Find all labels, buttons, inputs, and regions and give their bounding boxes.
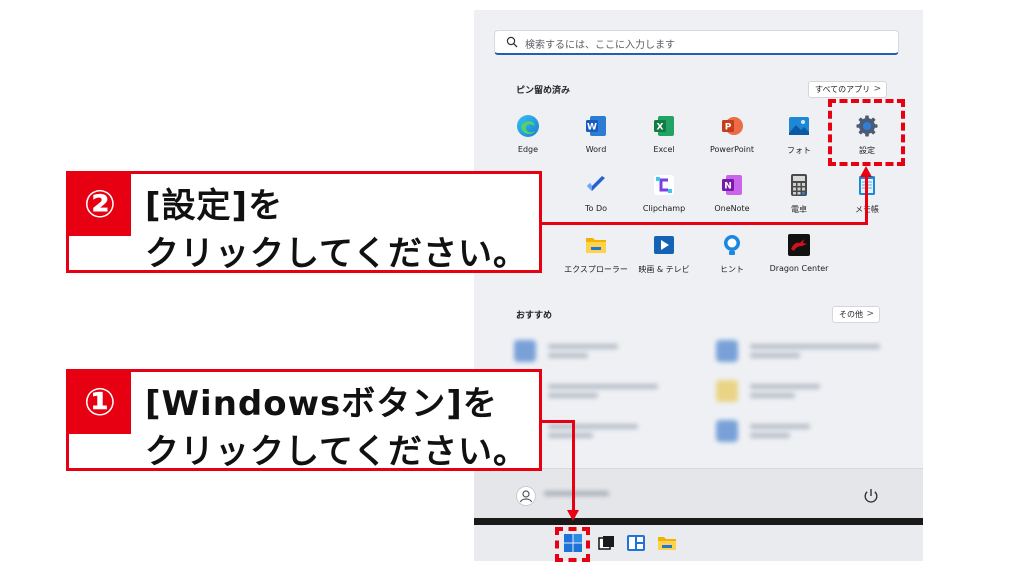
app-photos[interactable]: フォト	[764, 114, 834, 162]
movies-tv-icon	[654, 236, 674, 254]
search-icon	[506, 36, 518, 48]
search-placeholder: 検索するには、ここに入力します	[525, 40, 675, 51]
app-calculator[interactable]: 電卓	[764, 173, 834, 221]
desktop-edge	[474, 518, 923, 525]
file-explorer-icon	[586, 238, 606, 253]
pinned-title: ピン留め済み	[516, 86, 571, 96]
app-movies-tv[interactable]: 映画 & テレビ	[629, 233, 699, 281]
connector-line	[540, 222, 868, 225]
svg-text:W: W	[587, 123, 597, 133]
powerpoint-icon: P	[722, 117, 743, 135]
connector-line	[865, 176, 868, 225]
all-apps-button[interactable]: すべてのアプリ >	[808, 81, 888, 98]
tips-icon	[724, 235, 740, 255]
recommended-title: おすすめ	[516, 311, 553, 321]
arrow-up-icon	[860, 166, 872, 177]
excel-icon: X	[654, 116, 674, 136]
dragon-center-icon	[788, 234, 810, 256]
connector-line	[540, 420, 575, 423]
svg-text:N: N	[724, 182, 732, 192]
app-tips[interactable]: ヒント	[697, 233, 767, 281]
more-button[interactable]: その他 >	[832, 306, 880, 323]
callout-line-2: クリックしてください。	[145, 234, 528, 274]
svg-text:X: X	[657, 123, 664, 133]
start-button-highlight	[555, 527, 590, 562]
clipchamp-icon	[654, 175, 674, 195]
task-view-icon[interactable]	[595, 532, 617, 554]
app-dragon-center[interactable]: Dragon Center	[764, 233, 834, 281]
app-onenote[interactable]: N OneNote	[697, 173, 767, 221]
more-label: その他	[839, 310, 863, 319]
user-avatar-icon[interactable]	[516, 486, 536, 506]
edge-icon	[517, 115, 539, 137]
word-icon: W	[586, 116, 606, 136]
callout-step-2: ② [設定]を クリックしてください。	[66, 171, 542, 274]
app-todo[interactable]: To Do	[561, 173, 631, 221]
connector-line	[572, 420, 575, 512]
calculator-icon	[791, 174, 807, 196]
app-excel[interactable]: X Excel	[629, 114, 699, 162]
callout-line-1: [Windowsボタン]を	[145, 384, 498, 424]
svg-text:P: P	[725, 123, 732, 133]
file-explorer-taskbar-icon[interactable]	[656, 532, 678, 554]
power-icon[interactable]	[862, 487, 880, 505]
callout-line-1: [設定]を	[145, 186, 284, 226]
callout-step-1: ① [Windowsボタン]を クリックしてください。	[66, 369, 542, 472]
step-number: ②	[69, 174, 131, 236]
callout-line-2: クリックしてください。	[145, 432, 528, 472]
app-label: Dragon Center	[769, 264, 829, 273]
widgets-icon[interactable]	[625, 532, 647, 554]
step-number: ①	[69, 372, 131, 434]
app-powerpoint[interactable]: P PowerPoint	[697, 114, 767, 162]
onenote-icon: N	[722, 175, 742, 195]
app-word[interactable]: W Word	[561, 114, 631, 162]
arrow-down-icon	[567, 510, 579, 521]
taskbar	[474, 525, 923, 561]
settings-highlight	[828, 99, 905, 166]
search-box[interactable]: 検索するには、ここに入力します	[494, 30, 899, 55]
app-file-explorer[interactable]: エクスプローラー	[561, 233, 631, 281]
app-edge[interactable]: Edge	[493, 114, 563, 162]
chevron-right-icon: >	[873, 84, 882, 94]
user-bar	[474, 468, 923, 519]
todo-icon	[587, 176, 605, 191]
photos-icon	[789, 117, 809, 135]
chevron-right-icon: >	[866, 309, 874, 319]
app-clipchamp[interactable]: Clipchamp	[629, 173, 699, 221]
all-apps-label: すべてのアプリ	[815, 85, 871, 94]
